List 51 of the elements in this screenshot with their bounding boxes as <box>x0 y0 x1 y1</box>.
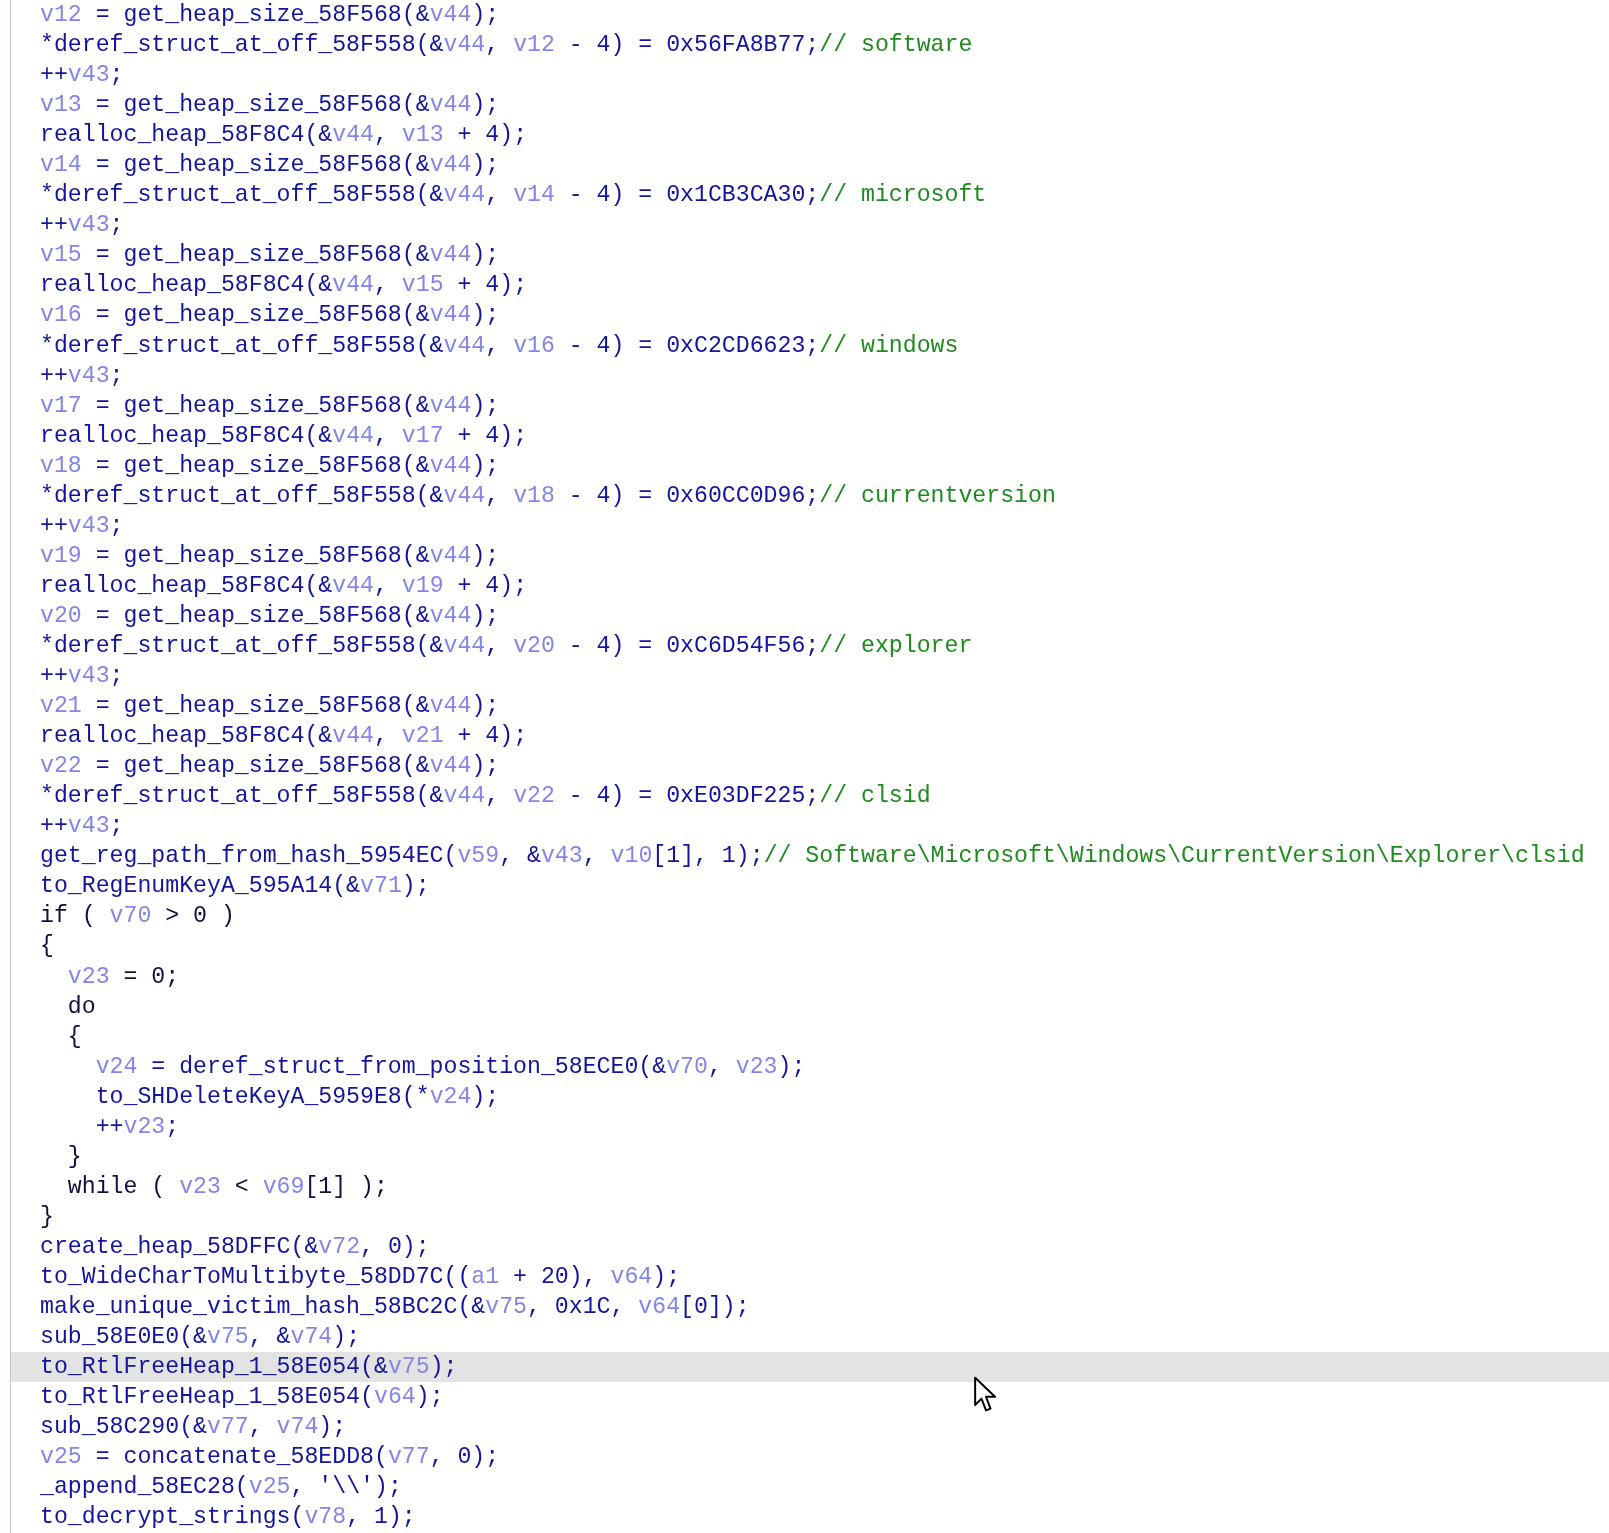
code-line[interactable]: } <box>11 1141 1609 1172</box>
code-line[interactable]: v17 = get_heap_size_58F568(&v44); <box>11 390 1609 421</box>
code-line[interactable]: realloc_heap_58F8C4(&v44, v17 + 4); <box>11 420 1609 451</box>
code-line[interactable]: ++v43; <box>11 360 1609 391</box>
code-line[interactable]: sub_58C290(&v77, v74); <box>11 1412 1609 1443</box>
mouse-pointer-icon <box>973 1376 999 1414</box>
code-line[interactable]: to_RtlFreeHeap_1_58E054(v64); <box>11 1382 1609 1413</box>
code-line[interactable]: realloc_heap_58F8C4(&v44, v21 + 4); <box>11 721 1609 752</box>
code-line[interactable]: while ( v23 < v69[1] ); <box>11 1171 1609 1202</box>
code-line[interactable]: v20 = get_heap_size_58F568(&v44); <box>11 600 1609 631</box>
code-line[interactable]: to_SHDeleteKeyA_5959E8(*v24); <box>11 1081 1609 1112</box>
code-line[interactable]: realloc_heap_58F8C4(&v44, v13 + 4); <box>11 120 1609 151</box>
code-line[interactable]: v22 = get_heap_size_58F568(&v44); <box>11 751 1609 782</box>
code-line[interactable]: ++v23; <box>11 1111 1609 1142</box>
code-line[interactable]: v19 = get_heap_size_58F568(&v44); <box>11 540 1609 571</box>
code-line[interactable]: realloc_heap_58F8C4(&v44, v15 + 4); <box>11 270 1609 301</box>
code-line[interactable]: make_unique_victim_hash_58BC2C(&v75, 0x1C, v64[0]); <box>11 1292 1609 1323</box>
code-line[interactable]: create_heap_58DFFC(&v72, 0); <box>11 1231 1609 1262</box>
code-line[interactable]: *deref_struct_at_off_58F558(&v44, v18 - 4) = 0x60CC0D96;// currentversion <box>11 480 1609 511</box>
code-line[interactable]: to_WideCharToMultibyte_58DD7C((a1 + 20), v64); <box>11 1261 1609 1292</box>
code-line[interactable]: } <box>11 1201 1609 1232</box>
code-line[interactable]: *deref_struct_at_off_58F558(&v44, v20 - 4) = 0xC6D54F56;// explorer <box>11 631 1609 662</box>
code-line[interactable]: get_reg_path_from_hash_5954EC(v59, &v43, v10[1], 1);// Software\Microsoft\Windows\CurrentVersion\Explorer\clsid <box>11 841 1609 872</box>
code-line[interactable]: ++v43; <box>11 661 1609 692</box>
code-line[interactable]: v23 = 0; <box>11 961 1609 992</box>
code-line[interactable]: *deref_struct_at_off_58F558(&v44, v14 - 4) = 0x1CB3CA30;// microsoft <box>11 180 1609 211</box>
code-line[interactable]: v13 = get_heap_size_58F568(&v44); <box>11 90 1609 121</box>
code-line[interactable]: v18 = get_heap_size_58F568(&v44); <box>11 450 1609 481</box>
code-line[interactable]: to_RegEnumKeyA_595A14(&v71); <box>11 871 1609 902</box>
code-line[interactable]: ++v43; <box>11 60 1609 91</box>
code-line[interactable]: if ( v70 > 0 ) <box>11 901 1609 932</box>
code-line[interactable]: *deref_struct_at_off_58F558(&v44, v22 - 4) = 0xE03DF225;// clsid <box>11 781 1609 812</box>
code-line[interactable]: v12 = get_heap_size_58F568(&v44); <box>11 0 1609 31</box>
code-line[interactable]: v25 = concatenate_58EDD8(v77, 0); <box>11 1442 1609 1473</box>
code-line[interactable]: v24 = deref_struct_from_position_58ECE0(&v70, v23); <box>11 1051 1609 1082</box>
code-line[interactable]: { <box>11 1021 1609 1052</box>
code-line[interactable]: sub_58E0E0(&v75, &v74); <box>11 1322 1609 1353</box>
code-line[interactable]: ++v43; <box>11 811 1609 842</box>
code-line[interactable]: *deref_struct_at_off_58F558(&v44, v16 - 4) = 0xC2CD6623;// windows <box>11 330 1609 361</box>
code-line[interactable]: ++v43; <box>11 210 1609 241</box>
code-line[interactable]: _append_58EC28(v25, '\\'); <box>11 1472 1609 1503</box>
code-line[interactable]: realloc_heap_58F8C4(&v44, v19 + 4); <box>11 570 1609 601</box>
code-line[interactable]: v14 = get_heap_size_58F568(&v44); <box>11 150 1609 181</box>
code-line[interactable]: v16 = get_heap_size_58F568(&v44); <box>11 300 1609 331</box>
code-line[interactable]: ++v43; <box>11 510 1609 541</box>
code-line[interactable]: to_decrypt_strings(v78, 1); <box>11 1502 1609 1533</box>
code-line[interactable]: v15 = get_heap_size_58F568(&v44); <box>11 240 1609 271</box>
code-line[interactable]: *deref_struct_at_off_58F558(&v44, v12 - 4) = 0x56FA8B77;// software <box>11 30 1609 61</box>
code-line[interactable]: v21 = get_heap_size_58F568(&v44); <box>11 691 1609 722</box>
code-line[interactable]: do <box>11 991 1609 1022</box>
code-line[interactable]: { <box>11 931 1609 962</box>
